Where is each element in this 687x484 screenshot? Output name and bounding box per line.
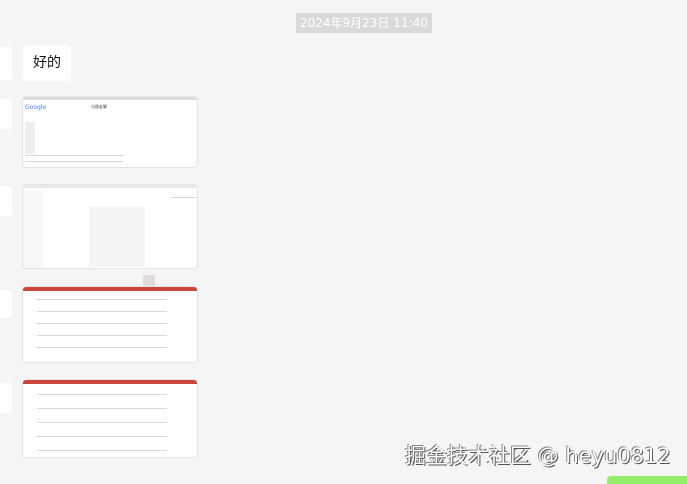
image-message[interactable] [22, 379, 198, 458]
message-bubble[interactable]: 好的 [23, 45, 71, 81]
timestamp: 2024年9月23日 11:40 [296, 13, 432, 33]
avatar[interactable] [0, 186, 12, 216]
avatar[interactable] [0, 290, 12, 318]
image-message[interactable]: Google 与朋友聊 [22, 96, 198, 168]
image-fragment [143, 275, 155, 286]
watermark: 掘金技术社区 @ heyu0812 [405, 444, 671, 468]
avatar[interactable] [0, 47, 12, 80]
image-message[interactable] [22, 286, 198, 363]
thumb-logo: Google [25, 104, 47, 111]
image-message[interactable] [22, 184, 198, 269]
thumb-title: 与朋友聊 [91, 104, 107, 109]
avatar[interactable] [0, 383, 12, 413]
avatar[interactable] [0, 99, 12, 129]
own-message-bubble-edge[interactable] [607, 476, 687, 484]
